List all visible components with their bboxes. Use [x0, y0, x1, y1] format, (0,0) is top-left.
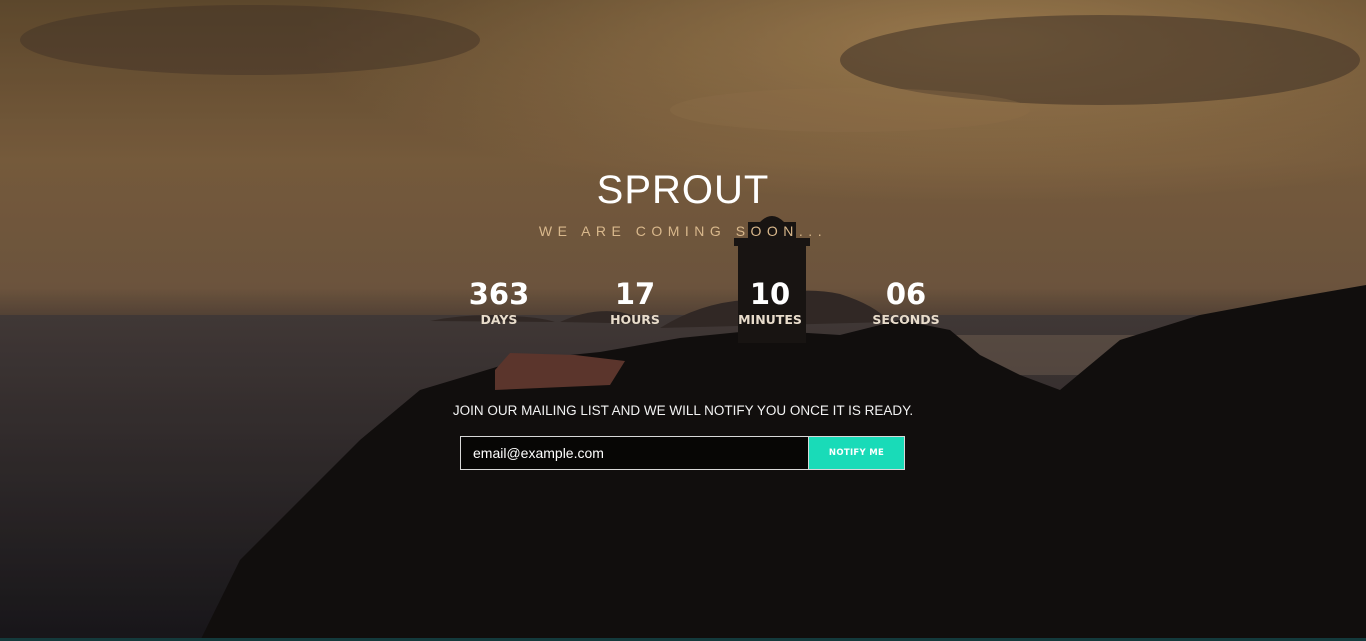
countdown-days-label: DAYS [480, 312, 518, 327]
countdown-hours-label: HOURS [610, 312, 660, 327]
countdown-minutes-value: 10 [749, 277, 791, 311]
countdown-hours-value: 17 [614, 277, 656, 311]
notify-me-button[interactable]: NOTIFY ME [808, 436, 905, 470]
notify-form: NOTIFY ME [460, 436, 905, 470]
countdown-minutes: 10 MINUTES [710, 276, 830, 328]
countdown-hours: 17 HOURS [575, 276, 695, 328]
countdown-days-value: 363 [468, 277, 530, 311]
countdown-seconds-label: SECONDS [872, 312, 940, 327]
countdown: 363 DAYS 17 HOURS 10 MINUTES 06 SECONDS [0, 276, 1366, 336]
email-input[interactable] [460, 436, 808, 470]
tagline: WE ARE COMING SOON... [538, 223, 828, 239]
brand-title: SPROUT [596, 168, 770, 212]
hero-content: SPROUT WE ARE COMING SOON... 363 DAYS 17… [0, 0, 1366, 641]
countdown-seconds: 06 SECONDS [846, 276, 966, 328]
countdown-days: 363 DAYS [439, 276, 559, 328]
countdown-minutes-label: MINUTES [738, 312, 802, 327]
mailing-list-text: JOIN OUR MAILING LIST AND WE WILL NOTIFY… [452, 403, 914, 418]
countdown-seconds-value: 06 [885, 277, 927, 311]
